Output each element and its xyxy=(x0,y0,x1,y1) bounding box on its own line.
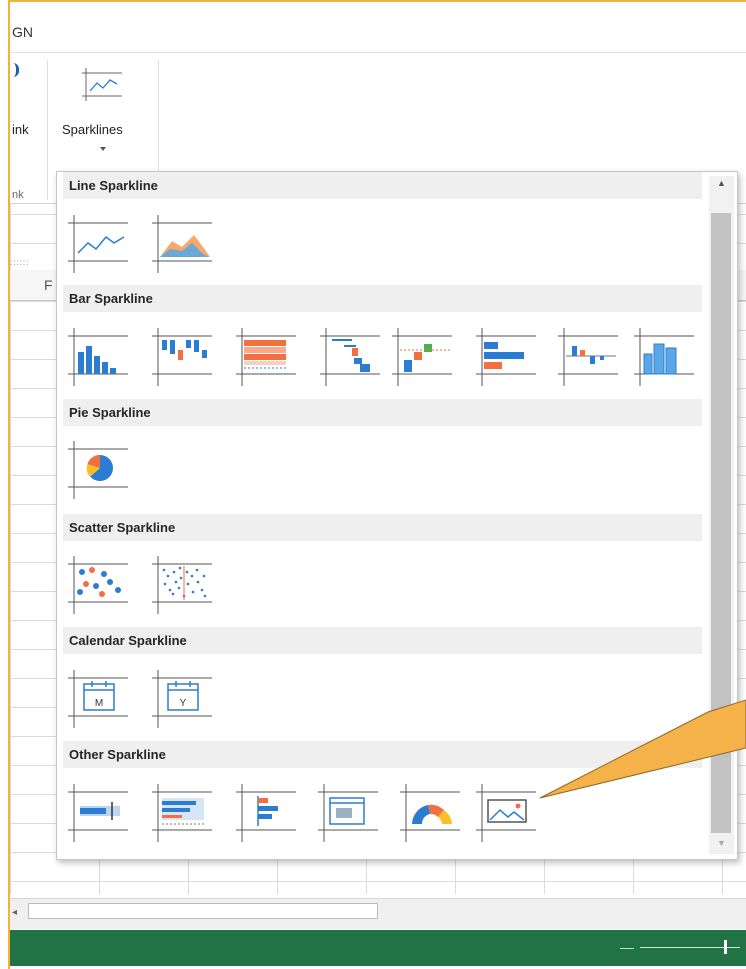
section-other-sparkline: Other Sparkline xyxy=(63,741,702,768)
image-sparkline-icon xyxy=(476,784,536,842)
ribbon-tab-strip xyxy=(10,2,746,53)
year-sparkline-icon: Y xyxy=(152,670,212,728)
month-column-sparkline-icon xyxy=(634,328,694,386)
pareto-sparkline-button[interactable] xyxy=(390,326,454,390)
area-sparkline-button[interactable] xyxy=(150,213,214,277)
month-sparkline-icon: M xyxy=(68,670,128,728)
year-sparkline-button[interactable]: Y xyxy=(150,668,214,732)
tab-design[interactable]: GN xyxy=(12,24,33,40)
link-group-label: nk xyxy=(12,189,24,201)
line-sparkline-button[interactable] xyxy=(66,213,130,277)
cascade-sparkline-icon xyxy=(320,328,380,386)
horizontal-scroll-thumb[interactable] xyxy=(28,903,378,919)
scatter-sparkline-button[interactable] xyxy=(66,554,130,618)
box-plot-sparkline-button[interactable] xyxy=(234,782,298,846)
link-button-label[interactable]: ink xyxy=(12,122,29,137)
status-bar xyxy=(10,930,746,966)
scroll-left-icon[interactable]: ◂ xyxy=(12,907,17,918)
section-line-sparkline: Line Sparkline xyxy=(63,172,702,199)
winloss-sparkline-icon xyxy=(152,328,212,386)
scroll-down-icon[interactable]: ▼ xyxy=(709,838,734,852)
gallery-scroll-thumb[interactable] xyxy=(711,213,731,833)
area-sparkline-icon xyxy=(152,215,212,273)
scatter-sparkline-icon xyxy=(68,556,128,614)
hbar-sparkline-icon xyxy=(476,328,536,386)
spread-sparkline-icon xyxy=(152,556,212,614)
spread-sparkline-button[interactable] xyxy=(150,554,214,618)
scroll-up-icon[interactable]: ▲ xyxy=(709,178,734,192)
month-sparkline-button[interactable]: M xyxy=(66,668,130,732)
stacked-sparkline-icon xyxy=(236,328,296,386)
sparklines-icon xyxy=(82,68,122,101)
gauge-sparkline-icon xyxy=(400,784,460,842)
range-bullet-sparkline-button[interactable] xyxy=(150,782,214,846)
section-bar-sparkline: Bar Sparkline xyxy=(63,285,702,312)
chevron-down-icon[interactable] xyxy=(100,147,106,151)
month-letter: M xyxy=(95,698,103,709)
cell-overflow-marker: :::::: xyxy=(10,258,30,267)
ribbon-divider xyxy=(47,60,48,200)
bullet-sparkline-icon xyxy=(68,784,128,842)
column-sparkline-button[interactable] xyxy=(66,326,130,390)
bullet-sparkline-button[interactable] xyxy=(66,782,130,846)
vari-sparkline-icon xyxy=(558,328,618,386)
column-sparkline-icon xyxy=(68,328,128,386)
box-plot-sparkline-icon xyxy=(236,784,296,842)
range-bullet-sparkline-icon xyxy=(152,784,212,842)
image-sparkline-button[interactable] xyxy=(474,782,538,846)
winloss-sparkline-button[interactable] xyxy=(150,326,214,390)
line-sparkline-icon xyxy=(68,215,128,273)
pie-sparkline-icon xyxy=(68,441,128,499)
pareto-sparkline-icon xyxy=(392,328,452,386)
cascade-sparkline-button[interactable] xyxy=(318,326,382,390)
stacked-sparkline-button[interactable] xyxy=(234,326,298,390)
column-header-f[interactable]: F xyxy=(44,277,53,293)
gauge-sparkline-button[interactable] xyxy=(398,782,462,846)
image-box-sparkline-icon xyxy=(318,784,378,842)
pie-sparkline-button[interactable] xyxy=(66,439,130,503)
hbar-sparkline-button[interactable] xyxy=(474,326,538,390)
zoom-slider-thumb[interactable] xyxy=(724,940,727,954)
zoom-out-icon[interactable]: — xyxy=(620,939,634,955)
month-column-sparkline-button[interactable] xyxy=(632,326,696,390)
year-letter: Y xyxy=(180,698,187,709)
section-pie-sparkline: Pie Sparkline xyxy=(63,399,702,426)
section-scatter-sparkline: Scatter Sparkline xyxy=(63,514,702,541)
section-calendar-sparkline: Calendar Sparkline xyxy=(63,627,702,654)
vari-sparkline-button[interactable] xyxy=(556,326,620,390)
image-box-sparkline-button[interactable] xyxy=(316,782,380,846)
sparklines-label[interactable]: Sparklines xyxy=(62,122,123,137)
